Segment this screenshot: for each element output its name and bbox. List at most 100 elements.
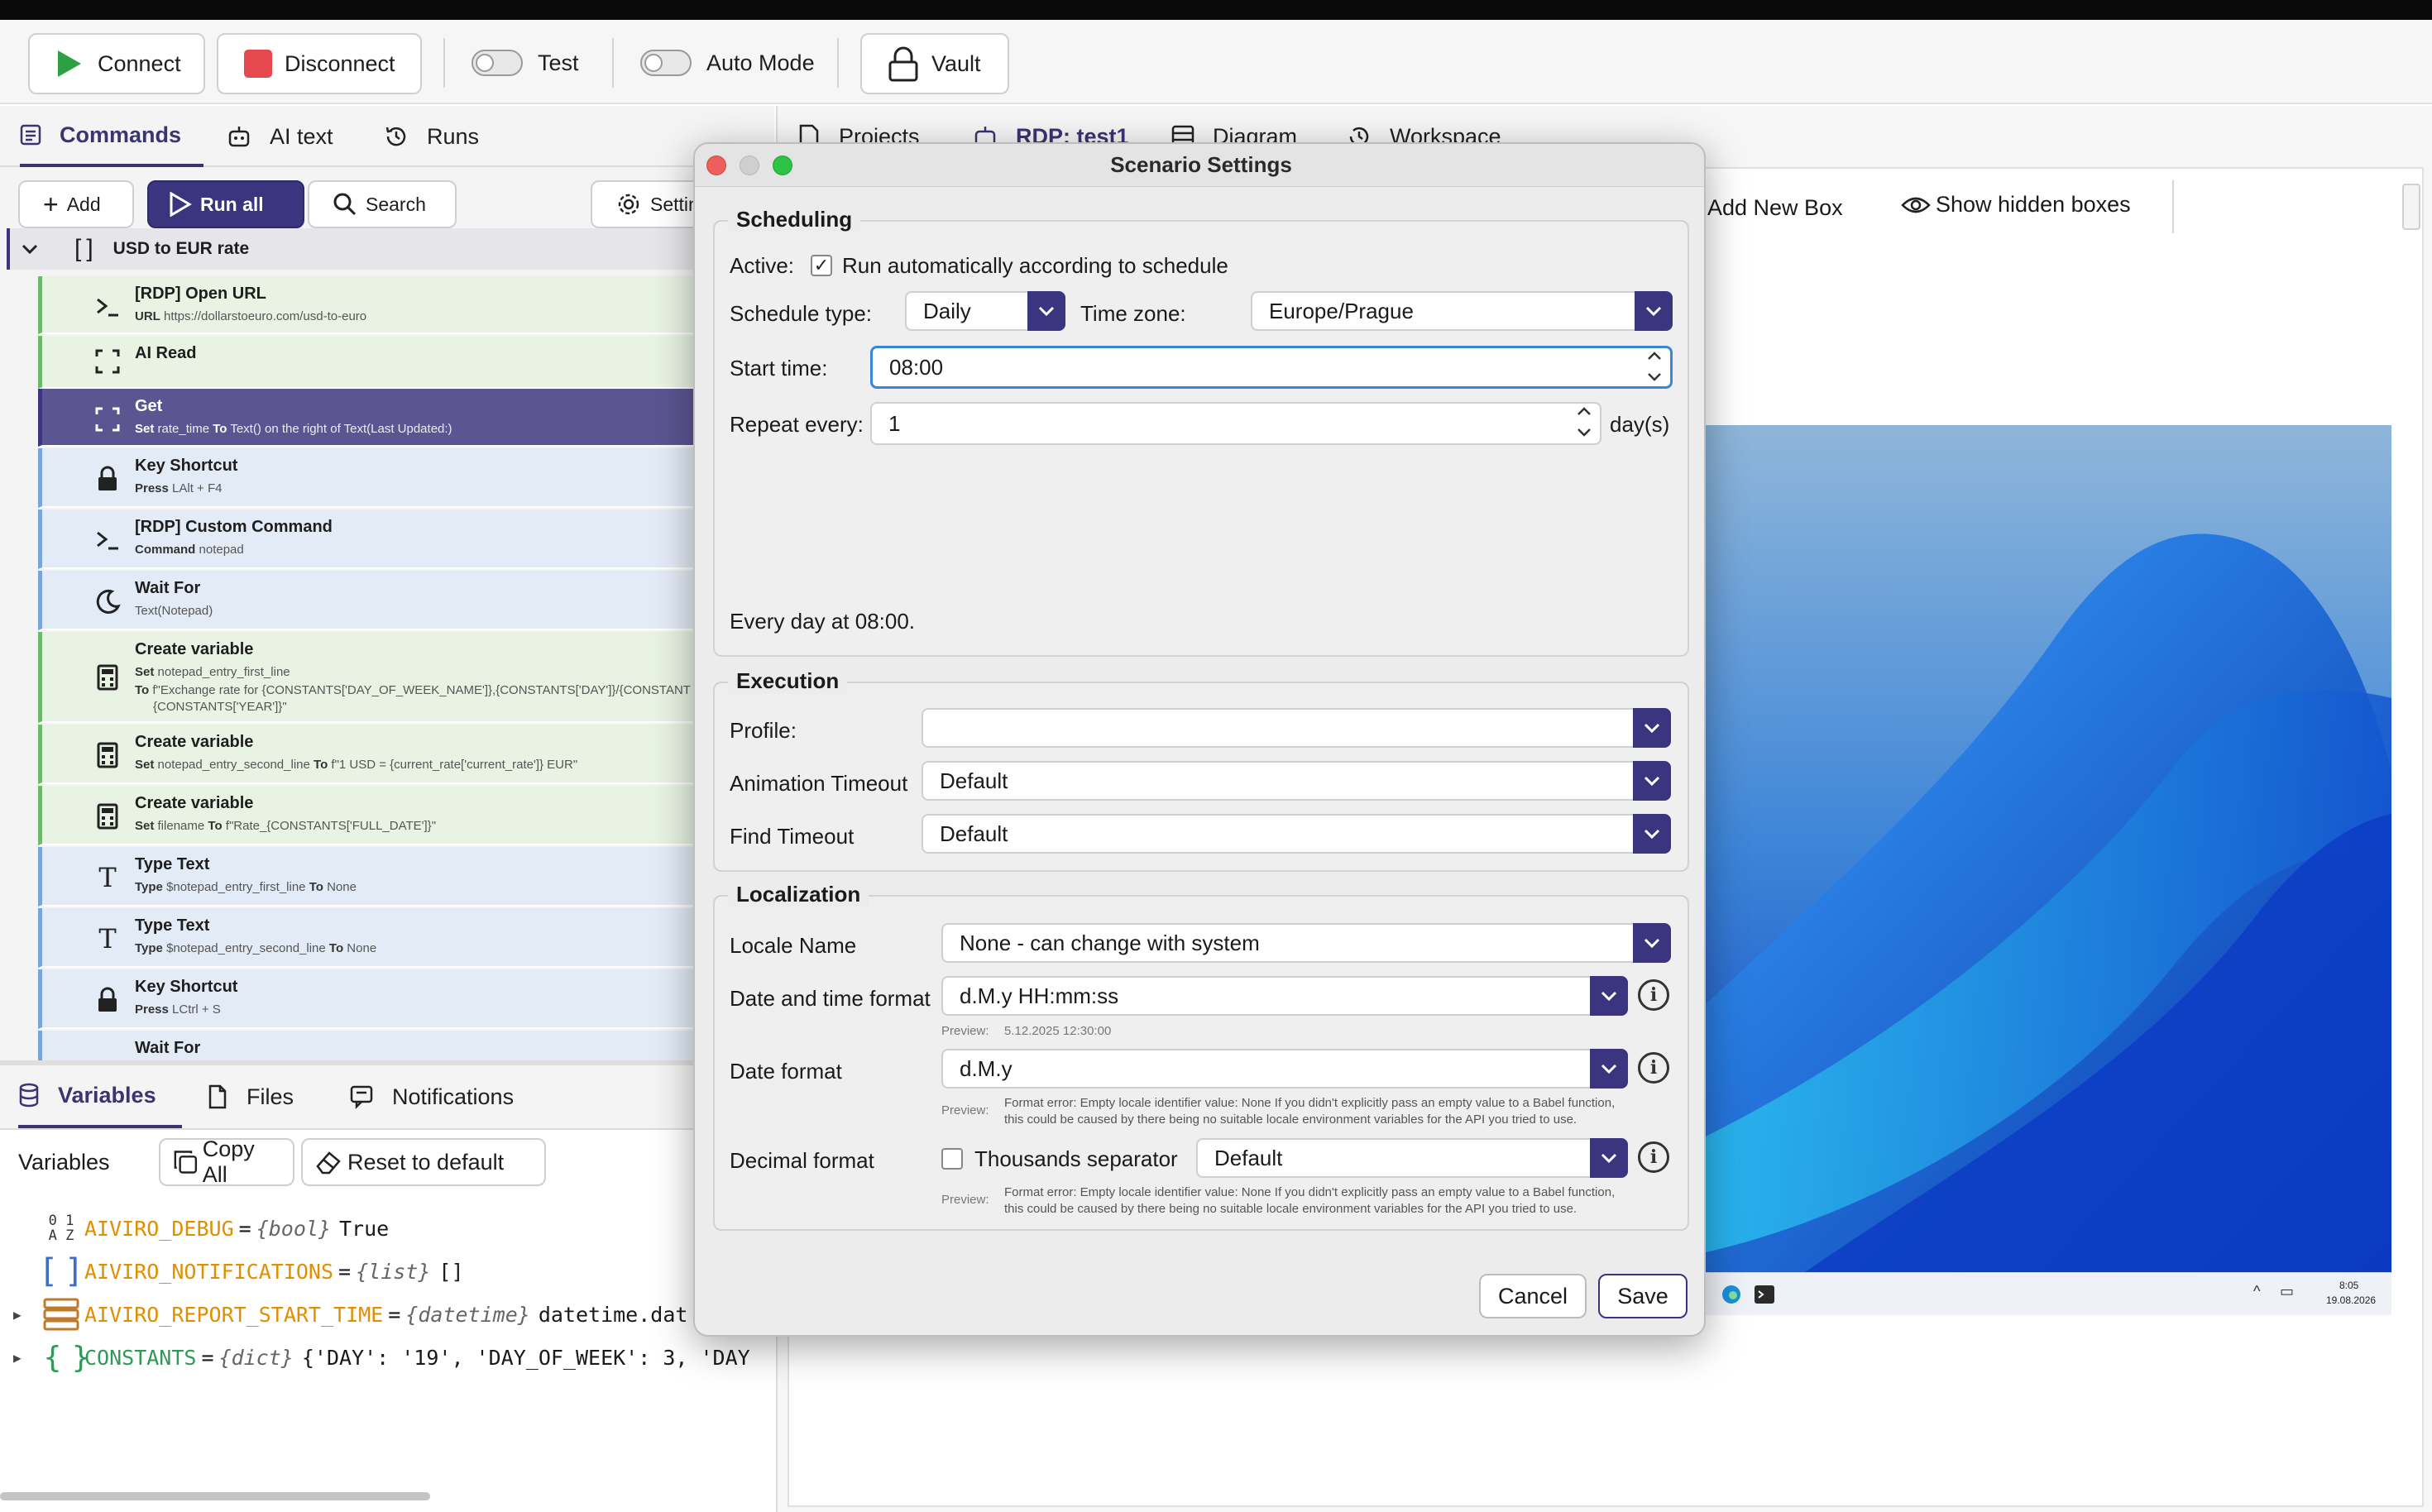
save-button[interactable]: Save: [1598, 1274, 1688, 1318]
chevron-down-icon[interactable]: [1635, 291, 1673, 331]
tab-commands[interactable]: Commands: [20, 106, 203, 167]
command-title: Create variable: [135, 640, 254, 658]
chevron-down-icon[interactable]: [1576, 427, 1592, 438]
expand-arrow-icon[interactable]: ▶: [13, 1350, 38, 1366]
schedule-type-select[interactable]: Daily: [905, 291, 1065, 331]
variable-row[interactable]: 0 1A Z AIVIRO_DEBUG = {bool} True: [0, 1208, 390, 1249]
command-row[interactable]: Key Shortcut Press LCtrl + S: [38, 969, 774, 1029]
panel-splitter[interactable]: [0, 1060, 774, 1065]
vault-button[interactable]: Vault: [860, 33, 1009, 94]
terminal-icon: [97, 298, 118, 317]
tray-chevron-icon[interactable]: ^: [2253, 1283, 2260, 1300]
tab-variables[interactable]: Variables: [18, 1065, 182, 1128]
disconnect-button[interactable]: Disconnect: [217, 33, 422, 94]
command-row[interactable]: T Type Text Type $notepad_entry_first_li…: [38, 847, 774, 907]
toolbar-separator: [2172, 180, 2174, 233]
command-row[interactable]: Create variable Set notepad_entry_second…: [38, 725, 774, 784]
chevron-down-icon[interactable]: [1633, 923, 1671, 963]
add-box-button[interactable]: Add New Box: [1707, 195, 1843, 221]
find-timeout-select[interactable]: Default: [922, 814, 1671, 854]
remote-desktop-view[interactable]: [1706, 425, 2391, 1272]
repeat-every-input[interactable]: 1: [870, 402, 1601, 445]
chevron-down-icon[interactable]: [1646, 371, 1663, 383]
expand-arrow-icon[interactable]: ▶: [13, 1307, 38, 1323]
tab-notifications[interactable]: Notifications: [349, 1065, 514, 1128]
command-row[interactable]: Wait For: [38, 1031, 774, 1064]
chevron-up-icon[interactable]: [1646, 350, 1663, 361]
toggle-switch[interactable]: [640, 50, 692, 76]
network-icon[interactable]: ▭: [2280, 1283, 2294, 1300]
date-format-select[interactable]: d.M.y: [941, 1049, 1628, 1089]
terminal-app-icon[interactable]: [1754, 1285, 1775, 1304]
close-window-button[interactable]: [706, 156, 726, 175]
profile-select[interactable]: [922, 708, 1671, 748]
scenario-settings-dialog: Scenario Settings Scheduling Active: ✓ R…: [693, 142, 1706, 1337]
command-row-selected[interactable]: Get Set rate_time To Text() on the right…: [38, 389, 774, 447]
command-row[interactable]: Create variable Set notepad_entry_first_…: [38, 632, 774, 723]
copy-all-button[interactable]: Copy All: [159, 1136, 294, 1187]
active-label: Active:: [730, 253, 795, 278]
command-row[interactable]: [RDP] Open URL URL https://dollarstoeuro…: [38, 276, 774, 334]
test-toggle[interactable]: Test: [472, 42, 579, 84]
panel-scroll-handle[interactable]: [2402, 184, 2420, 230]
tab-files[interactable]: Files: [207, 1065, 294, 1128]
robot-icon: [228, 127, 250, 147]
locale-name-select[interactable]: None - can change with system: [941, 923, 1671, 963]
time-zone-select[interactable]: Europe/Prague: [1251, 291, 1673, 331]
edge-icon[interactable]: [1721, 1284, 1742, 1305]
chevron-down-icon[interactable]: [1633, 814, 1671, 854]
chevron-down-icon[interactable]: [1590, 976, 1628, 1016]
minimize-window-button[interactable]: [740, 156, 759, 175]
command-title: Type Text: [135, 855, 210, 873]
maximize-window-button[interactable]: [773, 156, 792, 175]
variable-row[interactable]: ▶ { } CONSTANTS = {dict} {'DAY': '19', '…: [0, 1337, 750, 1378]
info-icon[interactable]: i: [1638, 1141, 1669, 1173]
command-row[interactable]: AI Read: [38, 336, 774, 389]
chevron-down-icon[interactable]: [1590, 1049, 1628, 1089]
command-title: Wait For: [135, 579, 201, 597]
run-all-button[interactable]: Run all: [147, 180, 304, 228]
command-subtitle: Text(Notepad): [135, 604, 213, 618]
reset-button[interactable]: Reset to default: [301, 1138, 546, 1186]
variable-value: []: [438, 1259, 464, 1284]
search-button[interactable]: Search: [308, 180, 457, 228]
tab-runs[interactable]: Runs: [384, 106, 479, 167]
chevron-down-icon[interactable]: [20, 239, 40, 259]
start-time-input[interactable]: 08:00: [870, 346, 1673, 389]
thousands-separator-checkbox[interactable]: [941, 1148, 963, 1170]
toolbar-separator: [443, 38, 445, 88]
add-button[interactable]: + Add: [18, 180, 134, 228]
copy-icon: [174, 1151, 198, 1174]
chevron-down-icon[interactable]: [1027, 291, 1065, 331]
command-row[interactable]: Create variable Set filename To f"Rate_{…: [38, 786, 774, 845]
chevron-down-icon[interactable]: [1633, 708, 1671, 748]
command-row[interactable]: Key Shortcut Press LAlt + F4: [38, 448, 774, 508]
date-time-format-select[interactable]: d.M.y HH:mm:ss: [941, 976, 1628, 1016]
active-checkbox[interactable]: ✓: [811, 255, 832, 276]
variable-row[interactable]: ▶ AIVIRO_REPORT_START_TIME = {datetime} …: [0, 1294, 687, 1335]
auto-mode-toggle[interactable]: Auto Mode: [640, 42, 815, 84]
cancel-button[interactable]: Cancel: [1479, 1274, 1587, 1318]
start-time-spinner[interactable]: [1642, 350, 1667, 383]
group-header[interactable]: [] USD to EUR rate: [7, 228, 774, 270]
chevron-down-icon[interactable]: [1590, 1138, 1628, 1178]
command-subtitle: Press LCtrl + S: [135, 1002, 221, 1017]
animation-timeout-select[interactable]: Default: [922, 761, 1671, 801]
horizontal-scrollbar[interactable]: [0, 1492, 430, 1500]
command-row[interactable]: Wait For Text(Notepad): [38, 571, 774, 630]
repeat-spinner[interactable]: [1572, 405, 1597, 438]
command-row[interactable]: [RDP] Custom Command Command notepad: [38, 510, 774, 569]
info-icon[interactable]: i: [1638, 1052, 1669, 1084]
tab-label: Runs: [427, 123, 480, 149]
info-icon[interactable]: i: [1638, 979, 1669, 1011]
toggle-switch[interactable]: [472, 50, 523, 76]
command-row[interactable]: T Type Text Type $notepad_entry_second_l…: [38, 908, 774, 968]
show-hidden-button[interactable]: Show hidden boxes: [1901, 192, 2131, 218]
tab-label: Notifications: [392, 1084, 515, 1109]
tab-ai-text[interactable]: AI text: [227, 106, 333, 167]
chevron-down-icon[interactable]: [1633, 761, 1671, 801]
decimal-format-select[interactable]: Default: [1196, 1138, 1628, 1178]
variable-row[interactable]: [ ] AIVIRO_NOTIFICATIONS = {list} []: [0, 1251, 464, 1292]
connect-button[interactable]: Connect: [28, 33, 205, 94]
chevron-up-icon[interactable]: [1576, 405, 1592, 417]
